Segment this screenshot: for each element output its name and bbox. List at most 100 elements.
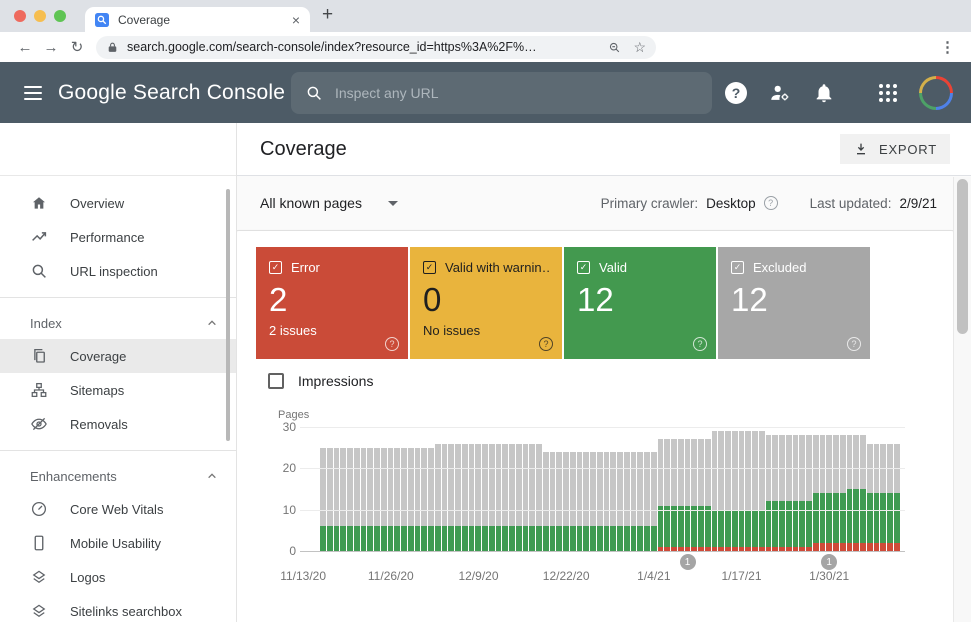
chart-bar[interactable] [374,427,380,551]
chart-bar[interactable] [354,427,360,551]
card-checkbox[interactable]: ✓ [423,261,436,274]
chart-bar[interactable] [509,427,515,551]
chart-bar[interactable] [786,427,792,551]
chart-bar[interactable] [867,427,873,551]
chart-bar[interactable] [799,427,805,551]
chart-bar[interactable] [772,427,778,551]
chart-bar[interactable] [759,427,765,551]
chart-bar[interactable] [597,427,603,551]
chart-bar[interactable] [718,427,724,551]
card-help-icon[interactable]: ? [385,337,399,351]
chart-bar[interactable] [570,427,576,551]
window-close-button[interactable] [14,10,26,22]
chart-bar[interactable] [455,427,461,551]
chart-bar[interactable] [752,427,758,551]
chart-bar[interactable] [469,427,475,551]
browser-menu-icon[interactable]: ⋮ [940,38,959,56]
help-icon[interactable]: ? [725,82,747,104]
gsc-logo[interactable]: GoogleSearch Console [58,81,285,105]
account-avatar[interactable] [919,76,953,110]
chart-bar[interactable] [516,427,522,551]
inspect-url-input[interactable] [335,85,655,101]
url-bar[interactable]: search.google.com/search-console/index?r… [96,36,656,59]
chart-bar[interactable] [442,427,448,551]
chart-bar[interactable] [637,427,643,551]
reload-icon[interactable]: ↻ [64,38,90,56]
chart-bar[interactable] [523,427,529,551]
page-scrollbar-thumb[interactable] [957,179,968,334]
chart-bar[interactable] [847,427,853,551]
new-tab-button[interactable]: + [322,4,333,26]
chart-bar[interactable] [766,427,772,551]
page-scrollbar-track[interactable] [953,177,971,622]
chart-bar[interactable] [860,427,866,551]
chart-bar[interactable] [874,427,880,551]
sidebar-item-logos[interactable]: Logos [0,560,236,594]
chart-bar[interactable] [651,427,657,551]
chart-bar[interactable] [833,427,839,551]
chart-bar[interactable] [813,427,819,551]
status-card-excluded[interactable]: ✓Excluded12? [718,247,870,359]
chart-bar[interactable] [320,427,326,551]
chart-bar[interactable] [745,427,751,551]
card-help-icon[interactable]: ? [693,337,707,351]
export-button[interactable]: EXPORT [840,134,950,164]
page-scope-dropdown[interactable]: All known pages [260,195,398,211]
bookmark-star-icon[interactable]: ☆ [633,39,646,56]
chart-bar[interactable] [428,427,434,551]
chart-bar[interactable] [408,427,414,551]
chart-bar[interactable] [779,427,785,551]
back-icon[interactable]: ← [12,39,38,56]
chart-bar[interactable] [536,427,542,551]
sidebar-item-overview[interactable]: Overview [0,186,236,220]
sidebar-item-coverage[interactable]: Coverage [0,339,236,373]
forward-icon[interactable]: → [38,39,64,56]
chart-bar[interactable] [658,427,664,551]
chart-bar[interactable] [739,427,745,551]
chart-bar[interactable] [732,427,738,551]
chart-bar[interactable] [840,427,846,551]
chart-bar[interactable] [671,427,677,551]
chart-bar[interactable] [394,427,400,551]
chart-bar[interactable] [556,427,562,551]
chart-bar[interactable] [664,427,670,551]
status-card-valid-with-warnings[interactable]: ✓Valid with warnin…0No issues? [410,247,562,359]
chart-bar[interactable] [482,427,488,551]
chart-bar[interactable] [543,427,549,551]
chart-bar[interactable] [705,427,711,551]
chart-bar[interactable] [388,427,394,551]
chart-annotation-marker[interactable]: 1 [821,554,837,570]
chart-bar[interactable] [617,427,623,551]
chart-bar[interactable] [502,427,508,551]
manage-accounts-icon[interactable] [769,82,791,104]
chart-bar[interactable] [631,427,637,551]
chart-bar[interactable] [691,427,697,551]
chart-bar[interactable] [327,427,333,551]
sidebar-item-sitelinks-searchbox[interactable]: Sitelinks searchbox [0,594,236,622]
sidebar-section-index[interactable]: Index [0,307,236,339]
chart-bar[interactable] [894,427,900,551]
chart-bar[interactable] [806,427,812,551]
crawler-help-icon[interactable]: ? [764,196,778,210]
chart-bar[interactable] [340,427,346,551]
chart-bar[interactable] [381,427,387,551]
chart-bar[interactable] [725,427,731,551]
card-checkbox[interactable]: ✓ [577,261,590,274]
chart-bar[interactable] [489,427,495,551]
chart-bar[interactable] [610,427,616,551]
sidebar-item-performance[interactable]: Performance [0,220,236,254]
tab-close-icon[interactable]: × [292,13,300,27]
chart-bar[interactable] [712,427,718,551]
sidebar-item-mobile-usability[interactable]: Mobile Usability [0,526,236,560]
zoom-out-icon[interactable] [608,41,621,54]
browser-tab[interactable]: Coverage × [85,7,310,32]
card-checkbox[interactable]: ✓ [269,261,282,274]
chart-bar[interactable] [678,427,684,551]
sidebar-section-enhancements[interactable]: Enhancements [0,460,236,492]
inspect-url-searchbox[interactable] [291,72,712,114]
card-help-icon[interactable]: ? [539,337,553,351]
url-text[interactable]: search.google.com/search-console/index?r… [127,40,537,54]
chart-bar[interactable] [475,427,481,551]
chart-bar[interactable] [624,427,630,551]
hamburger-menu-icon[interactable] [24,86,42,100]
